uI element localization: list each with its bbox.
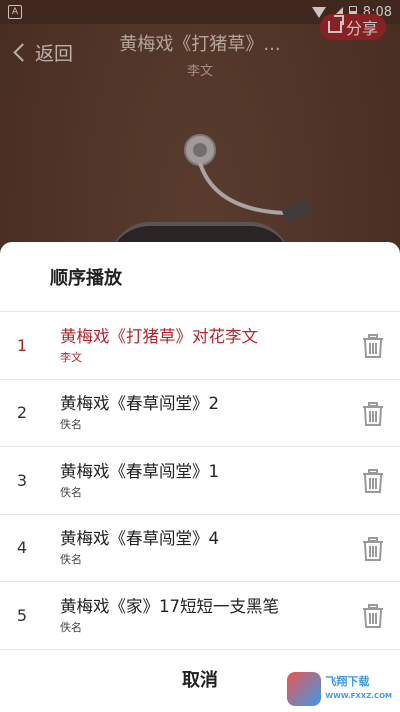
watermark: 飞翔下载 WWW.FXXZ.COM bbox=[287, 672, 392, 706]
item-title: 黄梅戏《春草闯堂》1 bbox=[60, 461, 219, 481]
item-index: 3 bbox=[16, 470, 28, 490]
delete-trash-icon[interactable] bbox=[362, 469, 384, 493]
watermark-text-bottom: WWW.FXXZ.COM bbox=[325, 692, 392, 700]
item-artist: 佚名 bbox=[60, 620, 82, 634]
delete-trash-icon[interactable] bbox=[362, 401, 384, 426]
item-artist: 李文 bbox=[60, 350, 82, 364]
watermark-text-top: 飞翔下载 bbox=[325, 675, 370, 688]
playlist-sheet: 顺序播放 1 黄梅戏《打猪草》对花李文 李文 2 黄梅戏《春草闯堂》2 佚名 3… bbox=[0, 242, 400, 712]
item-artist: 佚名 bbox=[60, 418, 82, 432]
delete-trash-icon[interactable] bbox=[362, 604, 384, 628]
playlist-item[interactable]: 3 黄梅戏《春草闯堂》1 佚名 bbox=[0, 447, 400, 515]
cancel-label: 取消 bbox=[182, 670, 218, 691]
play-mode-label: 顺序播放 bbox=[50, 267, 122, 289]
playlist-item[interactable]: 4 黄梅戏《春草闯堂》4 佚名 bbox=[0, 515, 400, 582]
delete-trash-icon[interactable] bbox=[362, 334, 384, 358]
item-index: 4 bbox=[16, 538, 28, 558]
watermark-logo-icon bbox=[287, 672, 322, 706]
item-title: 黄梅戏《春草闯堂》4 bbox=[60, 529, 219, 549]
item-title: 黄梅戏《打猪草》对花李文 bbox=[60, 326, 258, 346]
playlist-item[interactable]: 2 黄梅戏《春草闯堂》2 佚名 bbox=[0, 380, 400, 447]
play-mode-toggle[interactable]: 顺序播放 bbox=[0, 242, 400, 312]
item-index: 1 bbox=[16, 335, 28, 355]
item-artist: 佚名 bbox=[60, 553, 82, 567]
item-index: 2 bbox=[16, 403, 28, 423]
item-title: 黄梅戏《家》17短短一支黑笔 bbox=[60, 596, 279, 616]
delete-trash-icon[interactable] bbox=[362, 536, 384, 561]
playlist-item[interactable]: 1 黄梅戏《打猪草》对花李文 李文 bbox=[0, 312, 400, 380]
playlist-item[interactable]: 5 黄梅戏《家》17短短一支黑笔 佚名 bbox=[0, 582, 400, 650]
item-title: 黄梅戏《春草闯堂》2 bbox=[60, 394, 219, 414]
item-index: 5 bbox=[16, 605, 28, 625]
item-artist: 佚名 bbox=[60, 485, 82, 499]
